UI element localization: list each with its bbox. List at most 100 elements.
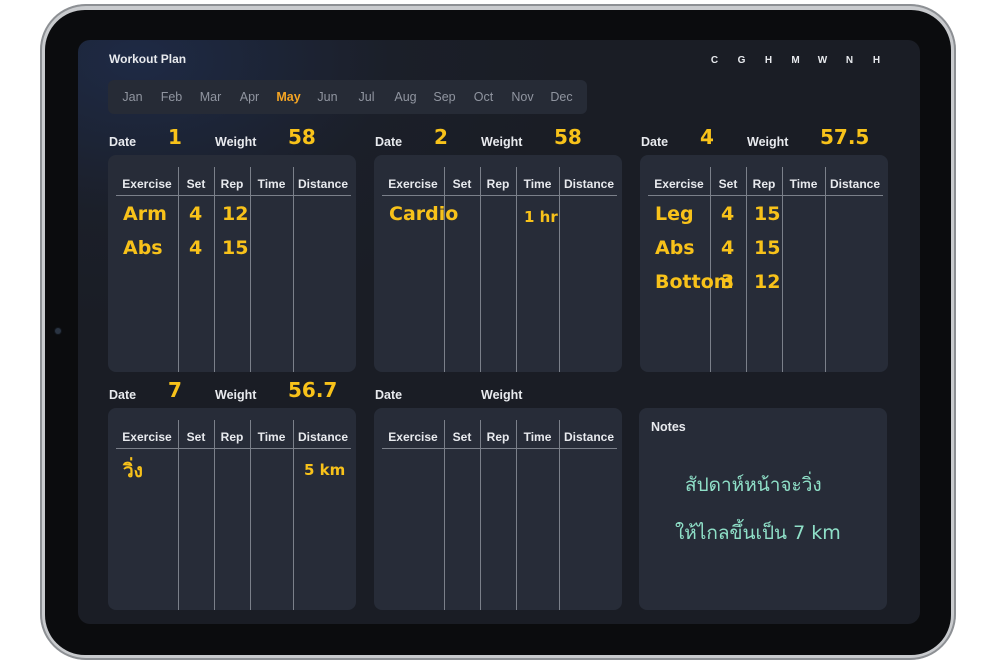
column-header-exercise: Exercise [122,430,172,444]
weekday-h[interactable]: H [755,55,782,66]
column-header-exercise: Exercise [122,177,172,191]
month-tab-feb[interactable]: Feb [152,90,191,104]
cell-set[interactable]: 4 [721,237,734,259]
column-header-distance: Distance [563,430,615,444]
column-divider [559,420,560,610]
column-header-time: Time [257,430,286,444]
cell-set[interactable]: 4 [189,203,202,225]
cell-distance[interactable]: 5 km [304,461,345,479]
month-tab-dec[interactable]: Dec [542,90,581,104]
month-tab-jun[interactable]: Jun [308,90,347,104]
column-header-time: Time [523,430,552,444]
weight-label: Weight [215,135,257,149]
cell-rep[interactable]: 15 [222,237,248,259]
cell-exercise[interactable]: Arm [123,203,167,225]
weekday-g[interactable]: G [728,55,755,66]
date-label: Date [375,135,403,149]
column-divider [214,420,215,610]
column-header-exercise: Exercise [388,430,438,444]
column-header-time: Time [789,177,818,191]
app-title: Workout Plan [109,52,187,66]
column-header-set: Set [186,177,206,191]
column-header-rep: Rep [752,177,776,191]
cell-exercise[interactable]: Leg [655,203,694,225]
column-header-set: Set [186,430,206,444]
weight-value[interactable]: 57.5 [820,125,869,149]
cell-rep[interactable]: 12 [754,271,780,293]
cell-rep[interactable]: 12 [222,203,248,225]
cell-time[interactable]: 1 hr [524,208,558,226]
column-header-distance: Distance [297,430,349,444]
column-divider [214,167,215,372]
cell-set[interactable]: 4 [721,203,734,225]
app-screen: Workout Plan C G H M W N H Jan Feb Mar A… [78,40,920,624]
date-label: Date [641,135,669,149]
column-divider [250,420,251,610]
column-divider [782,167,783,372]
weight-value[interactable]: 56.7 [288,378,337,402]
date-value[interactable]: 4 [700,125,714,149]
column-divider [444,420,445,610]
column-header-rep: Rep [220,177,244,191]
cell-exercise[interactable]: วิ่ง [123,456,143,486]
weekday-bar: C G H M W N H [701,55,890,66]
month-tab-sep[interactable]: Sep [425,90,464,104]
month-tab-aug[interactable]: Aug [386,90,425,104]
cell-exercise[interactable]: Abs [123,237,163,259]
note-line: ให้ไกลขึ้นเป็น 7 km [675,522,841,544]
weight-label: Weight [747,135,789,149]
column-header-time: Time [523,177,552,191]
column-header-rep: Rep [486,177,510,191]
weight-value[interactable]: 58 [554,125,582,149]
cell-exercise[interactable]: Cardio [389,203,458,225]
cell-rep[interactable]: 15 [754,203,780,225]
date-value[interactable]: 2 [434,125,448,149]
column-divider [178,167,179,372]
column-header-set: Set [718,177,738,191]
date-label: Date [375,388,403,402]
cell-set[interactable]: 4 [189,237,202,259]
workout-card[interactable]: Exercise Set Rep Time Distance Leg 4 15 Abs 4 15 Bo… [640,155,888,372]
column-header-rep: Rep [220,430,244,444]
date-value[interactable]: 7 [168,378,182,402]
column-header-set: Set [452,177,472,191]
month-tabs: Jan Feb Mar Apr May Jun Jul Aug Sep Oct … [108,80,587,114]
camera-icon [55,328,61,334]
column-divider [444,167,445,372]
column-divider [293,420,294,610]
column-divider [293,167,294,372]
weekday-n[interactable]: N [836,55,863,66]
month-tab-may[interactable]: May [269,90,308,104]
weight-label: Weight [215,388,257,402]
cell-rep[interactable]: 15 [754,237,780,259]
header-divider [382,195,617,196]
month-tab-oct[interactable]: Oct [464,90,503,104]
weekday-w[interactable]: W [809,55,836,66]
weekday-h2[interactable]: H [863,55,890,66]
column-divider [250,167,251,372]
date-value[interactable]: 1 [168,125,182,149]
date-label: Date [109,135,137,149]
column-header-distance: Distance [563,177,615,191]
weekday-c[interactable]: C [701,55,728,66]
month-tab-apr[interactable]: Apr [230,90,269,104]
column-divider [710,167,711,372]
month-tab-mar[interactable]: Mar [191,90,230,104]
workout-card[interactable]: Exercise Set Rep Time Distance [374,408,622,610]
cell-set[interactable]: 3 [721,271,734,293]
column-header-distance: Distance [297,177,349,191]
workout-card[interactable]: Exercise Set Rep Time Distance Cardio 1 hr [374,155,622,372]
notes-card[interactable]: Notes สัปดาห์หน้าจะวิ่ง ให้ไกลขึ้นเป็น 7… [639,408,887,610]
month-tab-nov[interactable]: Nov [503,90,542,104]
column-header-exercise: Exercise [654,177,704,191]
column-header-set: Set [452,430,472,444]
column-divider [516,420,517,610]
month-tab-jul[interactable]: Jul [347,90,386,104]
workout-card[interactable]: Exercise Set Rep Time Distance วิ่ง 5 km [108,408,356,610]
cell-exercise[interactable]: Abs [655,237,695,259]
note-line: สัปดาห์หน้าจะวิ่ง [685,474,822,496]
weekday-m[interactable]: M [782,55,809,66]
weight-value[interactable]: 58 [288,125,316,149]
month-tab-jan[interactable]: Jan [113,90,152,104]
workout-card[interactable]: Exercise Set Rep Time Distance Arm 4 12 Abs 4 15 [108,155,356,372]
